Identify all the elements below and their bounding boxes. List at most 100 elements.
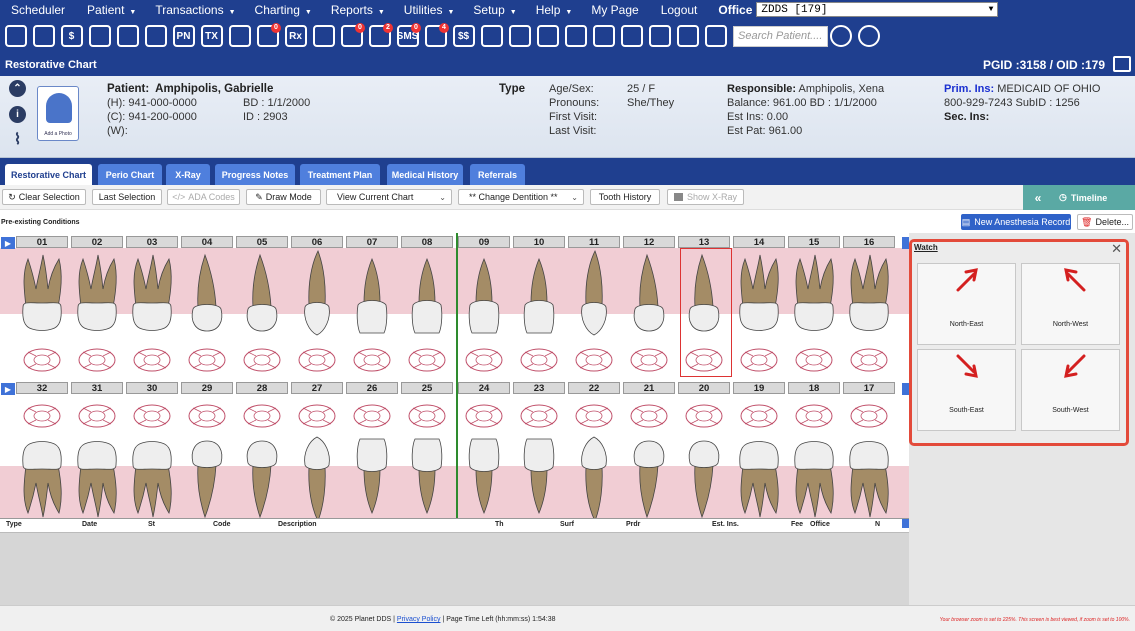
new-anesthesia-record-button[interactable]: ▤ New Anesthesia Record xyxy=(961,214,1071,230)
tooth-number-15[interactable]: 15 xyxy=(788,236,840,248)
clear-selection-button[interactable]: ↻ Clear Selection xyxy=(2,189,86,205)
occlusal-02[interactable] xyxy=(77,347,117,373)
office-select[interactable]: ZDDS [179] ▼ xyxy=(756,2,999,17)
occlusal-surface[interactable] xyxy=(849,403,889,429)
tooth-number-31[interactable]: 31 xyxy=(71,382,123,394)
occlusal-surface[interactable] xyxy=(794,347,834,373)
tooth-number-22[interactable]: 22 xyxy=(568,382,620,394)
ada-codes-button[interactable]: </> ADA Codes xyxy=(167,189,240,205)
last-selection-button[interactable]: Last Selection xyxy=(92,189,162,205)
occlusal-surface[interactable] xyxy=(519,403,559,429)
tooth-number-18[interactable]: 18 xyxy=(788,382,840,394)
tooth-number-19[interactable]: 19 xyxy=(733,382,785,394)
tooth-number-30[interactable]: 30 xyxy=(126,382,178,394)
occlusal-05[interactable] xyxy=(242,347,282,373)
draw-mode-button[interactable]: ✎ Draw Mode xyxy=(246,189,321,205)
occlusal-surface[interactable] xyxy=(684,347,724,373)
tooth-13[interactable] xyxy=(678,249,730,344)
tooth-07[interactable] xyxy=(346,249,398,344)
occlusal-surface[interactable] xyxy=(574,347,614,373)
home-icon[interactable] xyxy=(3,23,28,49)
tooth-number-10[interactable]: 10 xyxy=(513,236,565,248)
show-xray-button[interactable]: Show X-Ray xyxy=(667,189,744,205)
occlusal-32[interactable] xyxy=(22,403,62,429)
tooth-16[interactable] xyxy=(843,249,895,344)
collapse-up-icon[interactable]: ⌃ xyxy=(9,80,26,97)
occlusal-surface[interactable] xyxy=(352,347,392,373)
occlusal-26[interactable] xyxy=(352,403,392,429)
occlusal-surface[interactable] xyxy=(297,347,337,373)
occlusal-surface[interactable] xyxy=(574,403,614,429)
tab-perio-chart[interactable]: Perio Chart xyxy=(98,164,162,185)
occlusal-surface[interactable] xyxy=(794,403,834,429)
occlusal-25[interactable] xyxy=(407,403,447,429)
close-icon[interactable]: ✕ xyxy=(1111,241,1122,257)
check-shield-icon[interactable] xyxy=(647,23,672,49)
occlusal-27[interactable] xyxy=(297,403,337,429)
add-person-icon[interactable] xyxy=(227,23,252,49)
watch-cell-nw[interactable]: North-West xyxy=(1021,263,1120,345)
occlusal-surface[interactable] xyxy=(352,403,392,429)
occlusal-18[interactable] xyxy=(794,403,834,429)
tooth-19[interactable] xyxy=(733,431,785,520)
document-icon[interactable] xyxy=(619,23,644,49)
occlusal-29[interactable] xyxy=(187,403,227,429)
grid-header-st[interactable]: St xyxy=(148,521,155,528)
grid-header-th[interactable]: Th xyxy=(495,521,504,528)
privacy-policy-link[interactable]: Privacy Policy xyxy=(397,616,441,623)
tooth-18[interactable] xyxy=(788,431,840,520)
grid-header-prdr[interactable]: Prdr xyxy=(626,521,640,528)
tooth-30[interactable] xyxy=(126,431,178,520)
occlusal-03[interactable] xyxy=(132,347,172,373)
occlusal-surface[interactable] xyxy=(629,403,669,429)
tooth-number-28[interactable]: 28 xyxy=(236,382,288,394)
tooth-01[interactable] xyxy=(16,249,68,344)
occlusal-24[interactable] xyxy=(464,403,504,429)
occlusal-surface[interactable] xyxy=(739,347,779,373)
tooth-15[interactable] xyxy=(788,249,840,344)
tooth-number-21[interactable]: 21 xyxy=(623,382,675,394)
tooth-number-26[interactable]: 26 xyxy=(346,382,398,394)
paperclip-icon[interactable]: ⌇ xyxy=(9,130,26,148)
play-row-icon[interactable]: ▶ xyxy=(1,237,15,249)
tab-treatment-plan[interactable]: Treatment Plan xyxy=(300,164,380,185)
menu-my-page[interactable]: My Page xyxy=(580,3,649,17)
occlusal-surface[interactable] xyxy=(187,347,227,373)
tooth-17[interactable] xyxy=(843,431,895,520)
play-row-icon[interactable]: ▶ xyxy=(1,383,15,395)
occlusal-16[interactable] xyxy=(849,347,889,373)
sms-icon[interactable]: SMS 0 xyxy=(395,23,421,49)
occlusal-19[interactable] xyxy=(739,403,779,429)
notes-icon[interactable]: 2 xyxy=(367,23,393,49)
calendar-icon[interactable] xyxy=(31,23,56,49)
tooth-number-05[interactable]: 05 xyxy=(236,236,288,248)
tooth-05[interactable] xyxy=(236,249,288,344)
occlusal-surface[interactable] xyxy=(242,347,282,373)
tab-progress-notes[interactable]: Progress Notes xyxy=(215,164,295,185)
tooth-26[interactable] xyxy=(346,431,398,520)
occlusal-surface[interactable] xyxy=(132,403,172,429)
tooth-09[interactable] xyxy=(458,249,510,344)
tooth-04[interactable] xyxy=(181,249,233,344)
occlusal-surface[interactable] xyxy=(464,347,504,373)
occlusal-surface[interactable] xyxy=(77,347,117,373)
patient-photo[interactable]: Add a Photo xyxy=(37,86,79,141)
tooth-number-06[interactable]: 06 xyxy=(291,236,343,248)
watch-cell-se[interactable]: South-East xyxy=(917,349,1016,431)
users-search-icon[interactable] xyxy=(856,23,881,49)
grid-header-n[interactable]: N xyxy=(875,521,880,528)
menu-transactions[interactable]: Transactions xyxy=(144,3,234,17)
tooth-number-12[interactable]: 12 xyxy=(623,236,675,248)
tab-restorative-chart[interactable]: Restorative Chart xyxy=(5,164,92,185)
occlusal-surface[interactable] xyxy=(407,403,447,429)
tooth-20[interactable] xyxy=(678,431,730,520)
tooth-29[interactable] xyxy=(181,431,233,520)
rx-icon[interactable]: Rx xyxy=(283,23,308,49)
tooth-12[interactable] xyxy=(623,249,675,344)
tooth-03[interactable] xyxy=(126,249,178,344)
message-icon[interactable]: 0 xyxy=(339,23,365,49)
patient-name[interactable]: Amphipolis, Gabrielle xyxy=(155,83,273,95)
occlusal-13[interactable] xyxy=(684,347,724,373)
delete-button[interactable]: 🗑 Delete... xyxy=(1077,214,1133,230)
tooth-02[interactable] xyxy=(71,249,123,344)
